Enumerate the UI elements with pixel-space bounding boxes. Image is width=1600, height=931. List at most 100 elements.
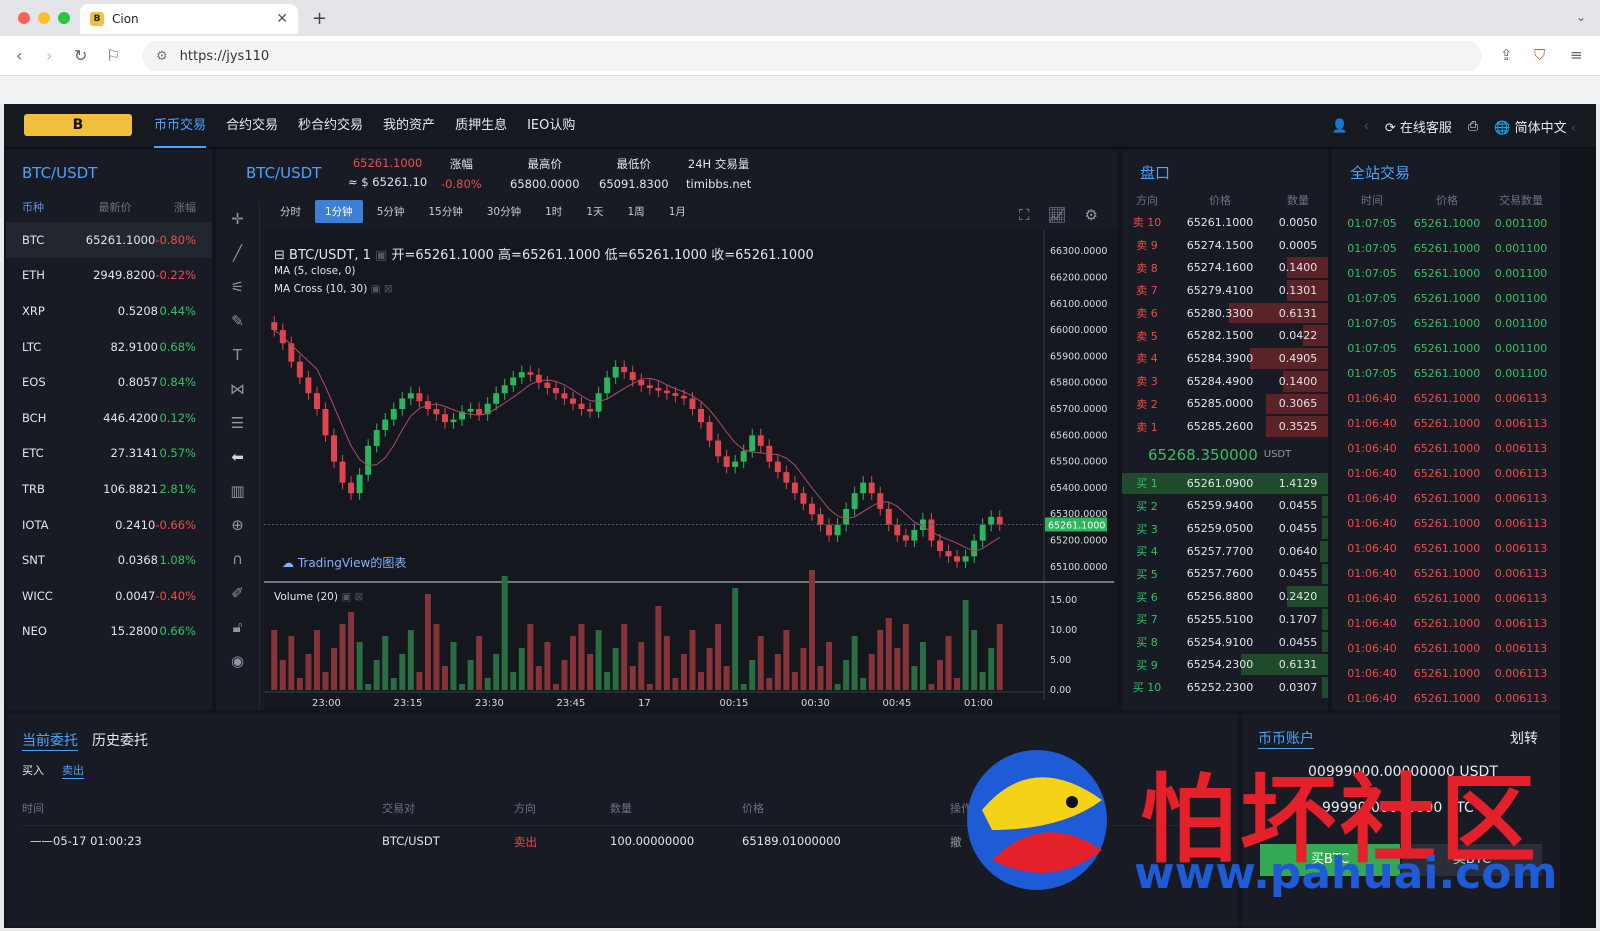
- tradingview-logo[interactable]: ☁ TradingView的图表: [282, 554, 406, 571]
- forward-icon[interactable]: ›: [46, 46, 52, 65]
- filter-sell[interactable]: 卖出: [62, 762, 84, 779]
- user-icon[interactable]: 👤: [1331, 119, 1347, 134]
- market-row[interactable]: ETH 2949.8200 -0.22%: [6, 258, 212, 294]
- nav-spot[interactable]: 币币交易: [154, 104, 207, 148]
- ask-row[interactable]: 卖 10 65261.1000 0.0050: [1122, 211, 1328, 234]
- tab-list-chevron-icon[interactable]: ⌄: [1576, 10, 1586, 24]
- interval-6[interactable]: 1天: [576, 200, 613, 223]
- candlestick-chart[interactable]: 66300.0000 66200.0000 66100.0000 66000.0000…: [264, 230, 1118, 710]
- menu-icon[interactable]: ≡: [1570, 46, 1583, 64]
- nav-futures[interactable]: 合约交易: [226, 104, 278, 148]
- collapse-icon[interactable]: ⊟: [274, 248, 285, 263]
- buy-btc-button[interactable]: 买BTC: [1260, 844, 1400, 876]
- site-settings-icon[interactable]: ⚙: [156, 49, 168, 64]
- reload-icon[interactable]: ↻: [74, 46, 87, 65]
- ask-row[interactable]: 卖 8 65274.1600 0.1400: [1122, 256, 1328, 279]
- market-row[interactable]: BTC 65261.1000 -0.80%: [6, 222, 212, 258]
- market-row[interactable]: XRP 0.5208 0.44%: [6, 293, 212, 329]
- interval-2[interactable]: 5分钟: [367, 200, 415, 223]
- zoom-icon[interactable]: ⊕: [216, 508, 259, 542]
- interval-3[interactable]: 15分钟: [418, 200, 472, 223]
- orders-header: 时间 交易对 方向 数量 价格 操作: [22, 800, 1222, 826]
- ask-row[interactable]: 卖 1 65285.2600 0.3525: [1122, 415, 1328, 438]
- bid-row[interactable]: 买 1 65261.0900 1.4129: [1122, 472, 1328, 495]
- language-selector[interactable]: 🌐 简体中文 ‹: [1494, 117, 1576, 136]
- text-icon[interactable]: T: [216, 338, 259, 372]
- pattern-icon[interactable]: ⋈: [216, 372, 259, 406]
- nav-seconds[interactable]: 秒合约交易: [298, 104, 363, 148]
- tab-current-orders[interactable]: 当前委托: [22, 730, 78, 751]
- market-row[interactable]: SNT 0.0368 1.08%: [6, 542, 212, 578]
- nav-assets[interactable]: 我的资产: [383, 104, 435, 148]
- interval-1[interactable]: 1分钟: [315, 200, 363, 223]
- bid-row[interactable]: 买 6 65256.8800 0.2420: [1122, 585, 1328, 608]
- bid-row[interactable]: 买 3 65259.0500 0.0455: [1122, 517, 1328, 540]
- market-row[interactable]: WICC 0.0047 -0.40%: [6, 578, 212, 614]
- interval-4[interactable]: 30分钟: [477, 200, 531, 223]
- lock-icon[interactable]: 🔓︎: [216, 610, 259, 644]
- indicators-icon[interactable]: 📈︎: [1048, 206, 1067, 224]
- interval-0[interactable]: 分时: [270, 200, 311, 223]
- transfer-button[interactable]: 划转: [1510, 728, 1538, 748]
- interval-8[interactable]: 1月: [659, 200, 696, 223]
- nav-ieo[interactable]: IEO认购: [527, 104, 575, 148]
- fullscreen-icon[interactable]: ⛶: [1019, 206, 1030, 224]
- back-arrow-icon[interactable]: ⬅: [216, 440, 259, 474]
- back-icon[interactable]: ‹: [16, 46, 22, 65]
- bid-row[interactable]: 买 10 65252.2300 0.0307: [1122, 676, 1328, 699]
- ask-row[interactable]: 卖 6 65280.3300 0.6131: [1122, 302, 1328, 325]
- bookmark-icon[interactable]: ⚐: [106, 46, 120, 65]
- tab-history-orders[interactable]: 历史委托: [92, 730, 148, 751]
- crosshair-icon[interactable]: ✛: [216, 202, 259, 236]
- new-tab-icon[interactable]: +: [312, 8, 327, 29]
- nav-staking[interactable]: 质押生息: [455, 104, 507, 148]
- interval-7[interactable]: 1周: [618, 200, 655, 223]
- ruler-icon[interactable]: ▥: [216, 474, 259, 508]
- market-row[interactable]: TRB 106.8821 2.81%: [6, 471, 212, 507]
- trend-line-icon[interactable]: ╱: [216, 236, 259, 270]
- bid-row[interactable]: 买 2 65259.9400 0.0455: [1122, 495, 1328, 518]
- bid-row[interactable]: 买 4 65257.7700 0.0640: [1122, 540, 1328, 563]
- ask-row[interactable]: 卖 5 65282.1500 0.0422: [1122, 324, 1328, 347]
- chevron-left-icon[interactable]: ‹: [1364, 119, 1369, 134]
- market-row[interactable]: LTC 82.9100 0.68%: [6, 329, 212, 365]
- market-row[interactable]: BCH 446.4200 0.12%: [6, 400, 212, 436]
- fib-icon[interactable]: ⚟: [216, 270, 259, 304]
- ask-row[interactable]: 卖 3 65284.4900 0.1400: [1122, 370, 1328, 393]
- trade-price: 65261.1000: [1413, 367, 1481, 380]
- support-link[interactable]: ⟳ 在线客服: [1385, 117, 1452, 136]
- bid-row[interactable]: 买 8 65254.9100 0.0455: [1122, 631, 1328, 654]
- ask-row[interactable]: 卖 9 65274.1500 0.0005: [1122, 234, 1328, 257]
- browser-tab[interactable]: B Cion ✕: [80, 4, 298, 34]
- ask-row[interactable]: 卖 7 65279.4100 0.1301: [1122, 279, 1328, 302]
- cancel-order-button[interactable]: 撤: [950, 834, 962, 850]
- col-time: 时间: [1361, 194, 1383, 207]
- bid-row[interactable]: 买 5 65257.7600 0.0455: [1122, 563, 1328, 586]
- ask-row[interactable]: 卖 4 65284.3900 0.4905: [1122, 347, 1328, 370]
- sell-btc-button[interactable]: 卖BTC: [1402, 844, 1542, 876]
- ask-row[interactable]: 卖 2 65285.0000 0.3065: [1122, 393, 1328, 416]
- shield-icon[interactable]: ⛉: [1534, 46, 1545, 64]
- market-row[interactable]: ETC 27.3141 0.57%: [6, 436, 212, 472]
- site-logo[interactable]: B: [24, 114, 132, 136]
- market-row[interactable]: NEO 15.2800 0.66%: [6, 614, 212, 650]
- lock-drawing-icon[interactable]: ✐: [216, 576, 259, 610]
- share-icon[interactable]: ⇪: [1500, 46, 1513, 64]
- market-row[interactable]: EOS 0.8057 0.84%: [6, 364, 212, 400]
- bid-row[interactable]: 买 9 65254.2300 0.6131: [1122, 653, 1328, 676]
- minimize-window-button[interactable]: [38, 12, 50, 24]
- brush-icon[interactable]: ✎: [216, 304, 259, 338]
- market-row[interactable]: IOTA 0.2410 -0.66%: [6, 507, 212, 543]
- measure-icon[interactable]: ☰: [216, 406, 259, 440]
- url-field[interactable]: ⚙ https://jys110: [142, 41, 1482, 71]
- eye-icon[interactable]: ◉: [216, 644, 259, 678]
- close-tab-icon[interactable]: ✕: [276, 11, 288, 27]
- settings-icon[interactable]: ⚙: [1085, 206, 1098, 224]
- filter-buy[interactable]: 买入: [22, 762, 44, 779]
- bid-row[interactable]: 买 7 65255.5100 0.1707: [1122, 608, 1328, 631]
- magnet-icon[interactable]: ∩: [216, 542, 259, 576]
- printer-icon[interactable]: ⎙: [1468, 119, 1478, 134]
- close-window-button[interactable]: [18, 12, 30, 24]
- maximize-window-button[interactable]: [58, 12, 70, 24]
- interval-5[interactable]: 1时: [535, 200, 572, 223]
